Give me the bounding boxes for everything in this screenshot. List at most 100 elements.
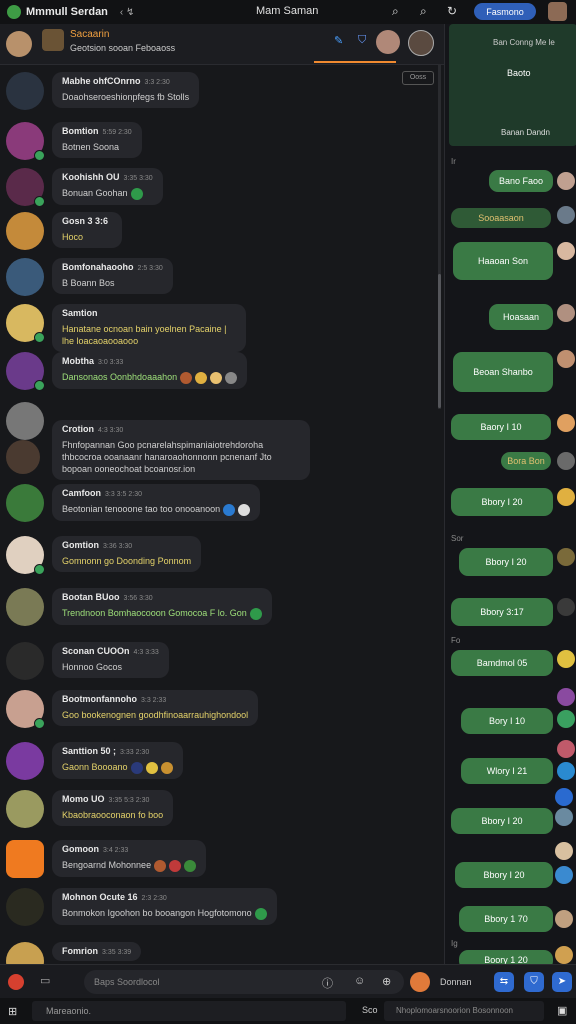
scrollbar-thumb[interactable] [438,274,441,408]
avatar[interactable] [557,488,575,506]
side-message-bubble[interactable]: Baory I 10 [451,414,551,440]
avatar[interactable] [6,588,44,626]
avatar[interactable] [6,440,40,474]
avatar[interactable] [557,172,575,190]
avatar[interactable] [555,946,573,964]
message-author[interactable]: Mabhe ohfCOnrno [62,76,141,86]
side-message-bubble[interactable]: Beoan Shanbo [453,352,553,392]
side-message-bubble[interactable]: Bamdmol 05 [451,650,553,676]
side-message-bubble[interactable]: Bbory I 20 [459,548,553,576]
refresh-icon[interactable]: ↻ [447,4,457,18]
avatar[interactable] [6,840,44,878]
secondary-input[interactable]: Mareaonio. [32,1001,346,1021]
message-author[interactable]: Crotion [62,424,94,434]
side-message-bubble[interactable]: Haaoan Son [453,242,553,280]
message-author[interactable]: Mobtha [62,356,94,366]
avatar[interactable] [557,740,575,758]
share-button[interactable]: ⇆ [494,972,514,992]
avatar[interactable] [557,598,575,616]
side-message-bubble[interactable]: Bbory I 20 [451,488,553,516]
avatar[interactable] [555,842,573,860]
message-author[interactable]: Koohishh OU [62,172,120,182]
send-button[interactable]: ➤ [552,972,572,992]
emoji-icon[interactable]: ☺ [354,975,365,987]
avatar[interactable] [6,942,44,964]
avatar[interactable] [557,548,575,566]
online-status-icon [34,196,45,207]
side-message-bubble[interactable]: Bory I 10 [461,708,553,734]
pin-icon[interactable]: ✎ [334,34,343,47]
zoom-icon[interactable]: ⌕ [420,4,427,19]
avatar[interactable] [6,642,44,680]
status-field[interactable]: Nhoplomoarsnoorion Bosonnoon [384,1001,544,1021]
message-author[interactable]: Mohnon Ocute 16 [62,892,138,902]
message-author[interactable]: Santtion 50 ; [62,746,116,756]
avatar[interactable] [557,650,575,668]
message-author[interactable]: Bootan BUoo [62,592,120,602]
avatar[interactable] [6,402,44,440]
shield-icon[interactable]: ⛉ [358,34,366,47]
grid-icon[interactable]: ⊞ [8,1005,17,1018]
message-author[interactable]: Bootmonfannoho [62,694,137,704]
side-message-bubble[interactable]: Wlory I 21 [461,758,553,784]
avatar[interactable] [557,206,575,224]
message-author[interactable]: Gomtion [62,540,99,550]
avatar[interactable] [6,742,44,780]
avatar[interactable] [557,414,575,432]
message-author[interactable]: Bomtion [62,126,99,136]
side-message-bubble[interactable]: Bbory I 20 [455,862,553,888]
avatar[interactable] [557,350,575,368]
side-message-bubble[interactable]: Bbory 1 70 [459,906,553,932]
emoji-icon [180,371,193,384]
attachment-icon[interactable]: ⊕ [382,975,391,988]
search-icon[interactable]: ⌕ [392,4,399,19]
avatar[interactable] [557,452,575,470]
avatar[interactable] [6,484,44,522]
member-avatar[interactable] [376,30,400,54]
message-author[interactable]: Bomfonahaooho [62,262,134,272]
avatar[interactable] [557,710,575,728]
side-message-bubble[interactable]: Bbory I 20 [451,808,553,834]
avatar[interactable] [557,304,575,322]
side-message-bubble[interactable]: Bora Bon [501,452,551,470]
side-message-bubble[interactable]: Hoasaan [489,304,553,330]
message-author[interactable]: Fomrion [62,946,98,956]
avatar[interactable] [6,888,44,926]
avatar[interactable] [555,808,573,826]
side-message-bubble[interactable]: Sooaasaon [451,208,551,228]
avatar[interactable] [557,688,575,706]
avatar[interactable] [6,790,44,828]
chat-icon[interactable]: ▭ [40,974,50,987]
feed-scrollbar[interactable] [438,64,441,409]
message-author[interactable]: Gosn 3 3:6 [62,216,108,226]
side-message-bubble[interactable]: Bbory 3:17 [451,598,553,626]
message-author[interactable]: Camfoon [62,488,101,498]
avatar[interactable] [6,212,44,250]
minimap[interactable]: Ban Conng Me le Baoto Banan Dandn [449,24,576,146]
info-icon[interactable]: ⓘ [322,975,333,991]
side-message-bubble[interactable]: Bano Faoo [489,170,553,192]
nav-arrows[interactable]: ‹ ↯ [120,7,135,18]
avatar[interactable] [555,788,573,806]
avatar[interactable] [6,72,44,110]
avatar[interactable] [557,242,575,260]
message-author[interactable]: Gomoon [62,844,99,854]
window-icon[interactable]: ▣ [557,1004,567,1017]
avatar[interactable] [555,866,573,884]
side-message-text: Bory I 10 [488,716,526,726]
avatar[interactable] [557,762,575,780]
channel-avatar[interactable] [6,31,32,57]
message-author[interactable]: Sconan CUOOn [62,646,130,656]
profile-pill-button[interactable]: Fasmono [474,3,536,20]
channel-name[interactable]: Sacaarin [70,29,109,40]
message-author[interactable]: Samtion [62,308,98,318]
avatar[interactable] [410,972,430,992]
member-avatar[interactable] [408,30,434,56]
avatar[interactable] [555,910,573,928]
user-avatar[interactable] [548,2,567,21]
side-message-bubble[interactable]: Boory 1 20 [459,950,553,964]
app-icon[interactable] [8,974,24,990]
shield-button[interactable]: ⛉ [524,972,544,992]
message-author[interactable]: Momo UO [62,794,105,804]
avatar[interactable] [6,258,44,296]
